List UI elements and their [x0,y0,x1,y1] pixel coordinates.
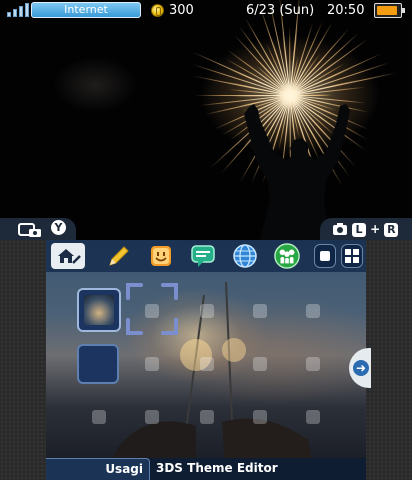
theme-info-bar: Usagi 3DS Theme Editor [46,458,366,480]
globe-icon [233,244,257,268]
r-button-icon: R [384,223,399,237]
chat-icon [191,245,215,267]
author-tab: Usagi [46,458,150,480]
battery-icon [374,3,405,18]
miiverse-button[interactable] [274,243,300,269]
y-button-icon: Y [51,220,66,235]
home-settings-button[interactable] [51,243,85,269]
empty-slot[interactable] [253,410,267,424]
empty-slot[interactable] [306,357,320,371]
signal-icon [7,3,29,17]
empty-slot[interactable] [92,410,106,424]
empty-slot[interactable] [145,357,159,371]
home-menu-bar [46,240,366,272]
play-coin-count: 300 [169,3,194,18]
app-thumbnail [84,295,114,325]
notifications-button[interactable] [190,243,216,269]
arrow-right-icon: ➜ [353,360,369,376]
clock: 20:50 [327,3,365,18]
firework-spark [195,95,290,96]
home-settings-icon [58,249,81,264]
top-screen: Internet 300 6/23 (Sun) 20:50 Y L + R [0,0,412,240]
empty-slot[interactable] [200,357,214,371]
friends-icon [274,243,300,269]
l-button-icon: L [352,223,366,237]
display-mode-button[interactable] [314,244,336,268]
theme-title: 3DS Theme Editor [156,461,278,475]
empty-slot[interactable] [145,410,159,424]
friend-list-mii-button[interactable] [148,243,174,269]
camera-screen-icon [18,223,41,237]
grid-size-button[interactable] [341,244,363,268]
notes-button[interactable] [106,243,132,269]
date: 6/23 (Sun) [246,3,315,18]
internet-status: Internet [31,2,141,18]
selected-app-icon[interactable] [77,288,121,332]
empty-slot[interactable] [253,304,267,318]
empty-slot[interactable] [200,410,214,424]
plus-sign: + [370,222,381,236]
folder-icon[interactable] [77,344,119,384]
screenshot-tab-right[interactable]: L + R [320,218,412,240]
grid-icon [345,249,359,263]
screenshot-tab-left[interactable]: Y [0,218,76,240]
empty-slot[interactable] [200,304,214,318]
status-bar: Internet 300 6/23 (Sun) 20:50 [0,0,412,22]
bottom-screen: ➜ Usagi 3DS Theme Editor [0,240,412,480]
empty-slot[interactable] [145,304,159,318]
square-icon [320,251,330,261]
coin-icon [151,4,164,17]
empty-slot[interactable] [253,357,267,371]
internet-browser-button[interactable] [232,243,258,269]
camera-icon [333,223,347,235]
theme-author: Usagi [105,462,143,476]
pencil-icon [109,246,129,266]
empty-slot[interactable] [306,304,320,318]
empty-slot[interactable] [306,410,320,424]
smiley-icon [151,246,171,266]
